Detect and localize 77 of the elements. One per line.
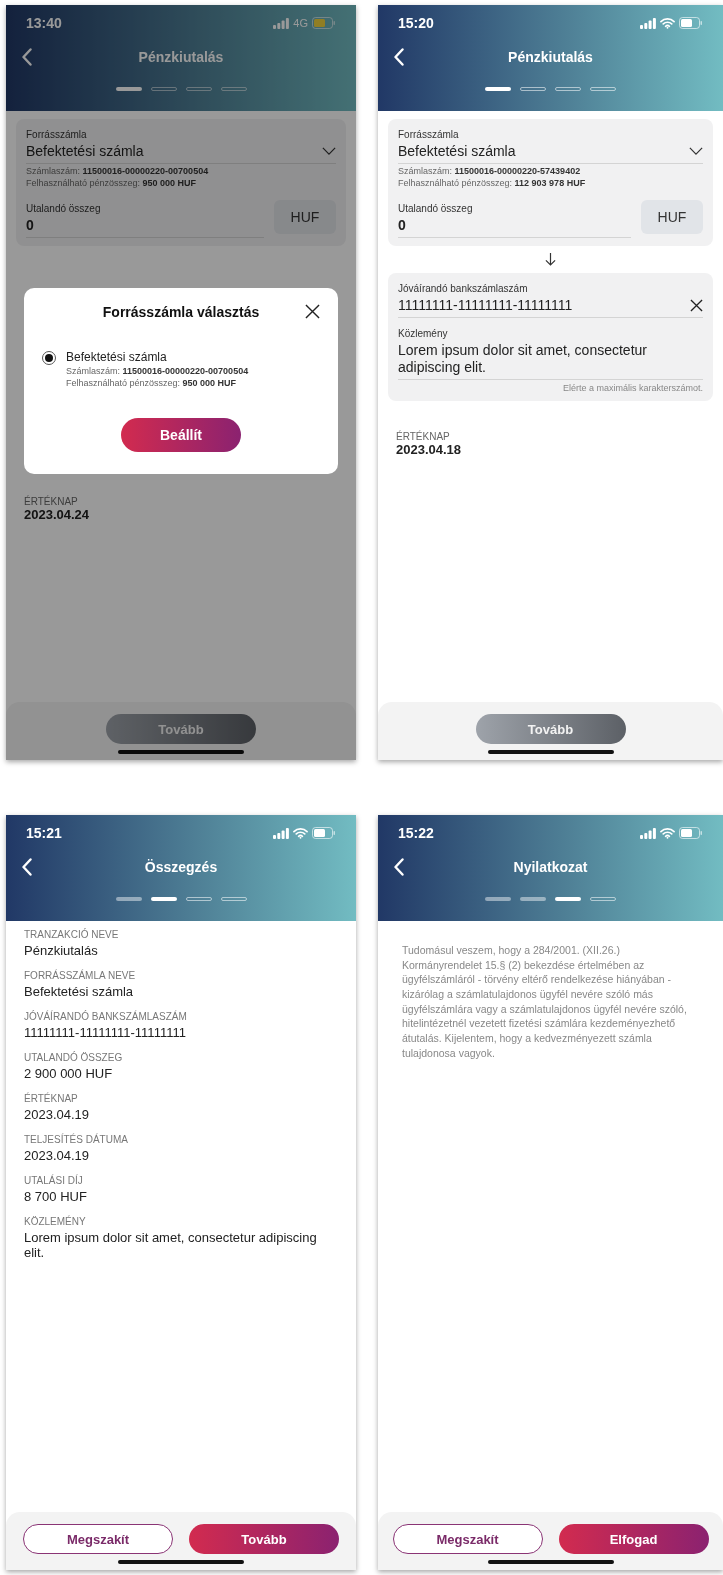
available-balance: Felhasználható pénzösszeg: 112 903 978 HUF [398,178,587,188]
continue-button[interactable]: Tovább [189,1524,339,1554]
signal-icon [640,17,656,29]
battery-icon [312,827,336,839]
option-name: Befektetési számla [66,350,168,364]
field-label: Közlemény [398,328,449,339]
screen-title: Nyilatkozat [513,859,588,875]
modal-title: Forrásszámla választás [102,304,260,320]
screen-title: Pénzkiutalás [508,49,593,65]
status-time: 15:20 [398,15,434,31]
status-time: 15:22 [398,825,434,841]
summary-value: 2023.04.19 [24,1107,91,1122]
arrow-down-icon [545,252,556,267]
field-label: Forrásszámla [26,129,88,140]
amount-field[interactable]: 0 [398,214,631,238]
value-date: 2023.04.24 [24,507,91,522]
comment-field[interactable]: Lorem ipsum dolor sit amet, consectetur adipiscing elit. [398,339,703,380]
close-icon[interactable] [305,304,320,319]
account-select[interactable]: Befektetési számla [398,140,703,164]
battery-icon [679,827,703,839]
back-button[interactable] [22,48,34,66]
status-time: 13:40 [26,15,62,31]
summary-label: ÉRTÉKNAP [24,1093,79,1104]
currency-button[interactable]: HUF [274,200,336,234]
cancel-button[interactable]: Megszakít [23,1524,173,1554]
summary-value: 2 900 000 HUF [24,1066,114,1081]
summary-label: TRANZAKCIÓ NEVE [24,929,120,940]
currency-button[interactable]: HUF [641,200,703,234]
summary-label: KÖZLEMÉNY [24,1216,87,1227]
back-button[interactable] [394,858,406,876]
chevron-down-icon [689,147,703,155]
account-number: Számlaszám: 11500016-00000220-57439402 [398,166,582,176]
value-date-label: ÉRTÉKNAP [24,496,79,507]
available-balance: Felhasználható pénzösszeg: 950 000 HUF [26,178,198,188]
field-label: Jóváírandó bankszámlaszám [398,283,529,294]
account-select[interactable]: Befektetési számla [26,140,336,164]
field-label: Utalandó összeg [398,203,474,214]
field-label: Utalandó összeg [26,203,102,214]
amount-field[interactable]: 0 [26,214,264,238]
summary-value: Lorem ipsum dolor sit amet, consectetur adipiscing elit. [24,1230,318,1260]
value-date-label: ÉRTÉKNAP [396,430,451,442]
signal-icon [640,827,656,839]
clear-icon[interactable] [690,298,703,312]
summary-label: UTALÁSI DÍJ [24,1175,84,1186]
continue-button[interactable]: Elfogad [558,1524,709,1554]
network-label: 4G [293,17,308,29]
back-button[interactable] [394,48,406,66]
wifi-icon [660,17,675,29]
summary-value: 8 700 HUF [24,1189,88,1204]
battery-icon [679,17,703,29]
summary-label: UTALANDÓ ÖSSZEG [24,1052,124,1063]
summary-value: 11111111-11111111-11111111 [24,1025,187,1040]
status-time: 15:21 [26,825,62,841]
cancel-button[interactable]: Megszakít [392,1524,543,1554]
wifi-icon [293,827,308,839]
summary-value: Pénzkiutalás [24,943,99,958]
account-number: Számlaszám: 11500016-00000220-00700504 [66,366,249,376]
back-button[interactable] [22,858,34,876]
declaration-text: Tudomásul veszem, hogy a 284/2001. (XII.26.) Kormányrendelet 15.§ (2) bekezdése értelmében az ügyfélszámláról - törvény eltérő rendelkezése hiányában - kizárólag a számlatulajdonos ügyfél nevére szóló más ügyfélszámlára vagy a számlatulajdonos ügyfél nevére szóló, hitelintézetnél vezetett fizetési számlára kezdeményezhető átutalás. Kijelentem, hogy a kedvezményezett számla tulajdonosa vagyok. [402,943,688,1061]
screen-title: Összegzés [144,859,218,875]
summary-value: Befektetési számla [24,984,135,999]
summary-label: JÓVÁÍRANDÓ BANKSZÁMLASZÁM [24,1011,188,1022]
character-limit-hint: Elérte a maximális karakterszámot. [562,382,703,393]
account-number-field[interactable]: 11111111-11111111-11111111 [398,294,703,318]
signal-icon [273,17,290,29]
available-balance: Felhasználható pénzösszeg: 950 000 HUF [66,378,238,388]
wifi-icon [660,827,675,839]
account-number: Számlaszám: 11500016-00000220-00700504 [26,166,210,176]
signal-icon [273,827,289,839]
summary-label: TELJESÍTÉS DÁTUMA [24,1134,129,1145]
screen-title: Pénzkiutalás [138,49,224,65]
summary-value: 2023.04.19 [24,1148,91,1163]
set-button[interactable]: Beállít [121,418,241,452]
value-date: 2023.04.18 [396,441,463,457]
field-label: Forrásszámla [398,129,460,140]
summary-label: FORRÁSSZÁMLA NEVE [24,970,137,981]
chevron-down-icon [322,147,336,155]
